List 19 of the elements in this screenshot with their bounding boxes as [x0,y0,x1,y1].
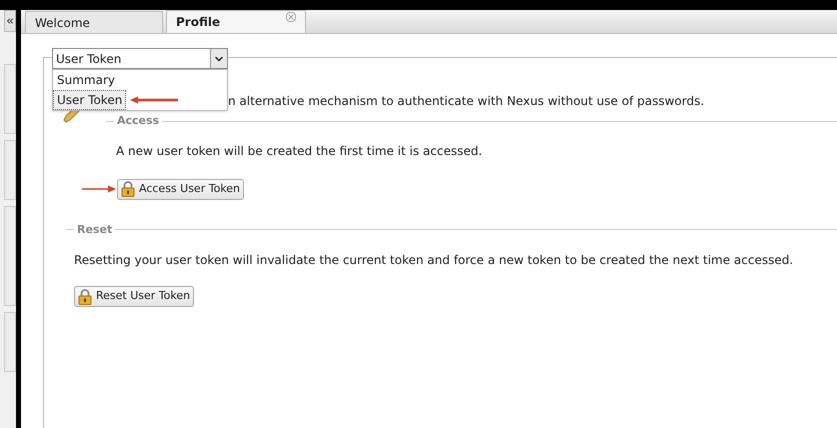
section-legend: Access [117,113,160,130]
arrow-drawing [82,185,116,193]
description-text: n alternative mechanism to authenticate with Nexus without use of passwords. [228,93,706,110]
dropdown-option[interactable]: Summary [53,70,119,90]
tab[interactable]: Profile [166,10,306,33]
access-token-button[interactable]: Access User Token [117,178,244,200]
collapse-icon [5,16,15,26]
reset-text: Resetting your user token will invalidate the current token and force a new token to be created the next time accessed. [74,252,794,269]
access-text: A new user token will be created the first time it is accessed. [116,142,484,160]
dropdown-option[interactable]: User Token [53,90,126,110]
section-legend: Reset [77,222,112,238]
collapse-button[interactable] [4,10,16,32]
close-icon[interactable] [286,12,296,22]
padlock-icon [121,181,135,197]
view-select[interactable]: User Token [52,48,228,69]
arrow-drawing [130,96,178,104]
padlock-icon [78,288,92,304]
reset-token-button[interactable]: Reset User Token [74,286,194,307]
tab[interactable]: Welcome [25,11,163,33]
